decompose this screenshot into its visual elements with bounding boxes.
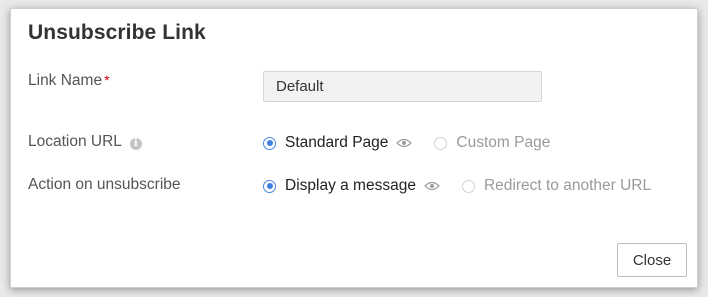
action-radio-group: Display a message Redirect to another UR… — [263, 177, 651, 195]
close-button[interactable]: Close — [617, 243, 687, 277]
standard-page-radio[interactable] — [263, 136, 276, 150]
custom-page-label[interactable]: Custom Page — [456, 134, 550, 152]
location-url-label-text: Location URL — [28, 133, 122, 150]
location-url-radio-group: Standard Page Custom Page — [263, 134, 550, 152]
dialog-title: Unsubscribe Link — [28, 21, 206, 44]
link-name-input[interactable] — [263, 71, 542, 102]
standard-page-label[interactable]: Standard Page — [285, 134, 388, 152]
action-on-unsubscribe-label: Action on unsubscribe — [28, 176, 181, 193]
location-url-label: Location URL i — [28, 133, 142, 151]
redirect-url-label[interactable]: Redirect to another URL — [484, 177, 651, 195]
display-message-label[interactable]: Display a message — [285, 177, 416, 195]
preview-eye-icon[interactable] — [396, 138, 413, 148]
unsubscribe-link-dialog: Unsubscribe Link Link Name* Location URL… — [10, 8, 698, 288]
link-name-label-text: Link Name — [28, 72, 103, 89]
link-name-label: Link Name * — [28, 72, 110, 90]
display-message-radio[interactable] — [263, 179, 276, 193]
required-asterisk: * — [104, 72, 110, 88]
redirect-url-radio[interactable] — [461, 179, 475, 193]
info-icon[interactable]: i — [129, 138, 142, 150]
custom-page-radio[interactable] — [434, 136, 448, 150]
preview-eye-icon[interactable] — [424, 181, 440, 191]
